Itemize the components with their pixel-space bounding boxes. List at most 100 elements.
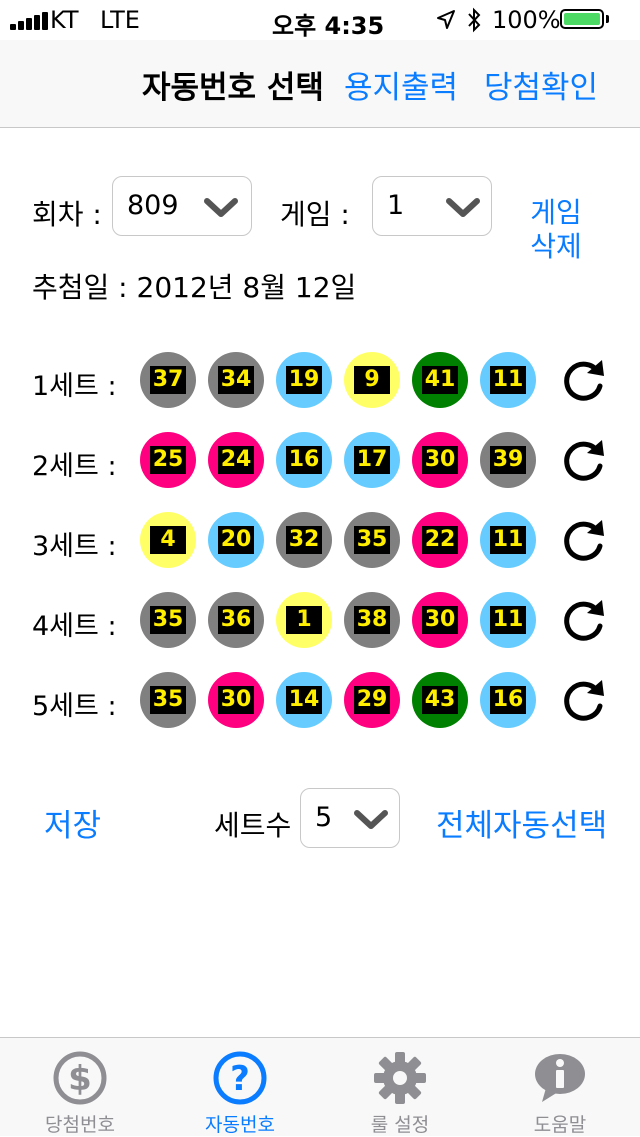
page-title: 자동번호 선택 — [142, 70, 324, 106]
lotto-ball: 30 — [412, 432, 468, 488]
lotto-ball: 35 — [140, 592, 196, 648]
ball-number: 38 — [354, 606, 390, 634]
lotto-ball: 35 — [140, 672, 196, 728]
gear-icon — [374, 1052, 426, 1104]
lotto-ball: 14 — [276, 672, 332, 728]
chevron-down-icon — [446, 198, 480, 217]
lotto-ball: 11 — [480, 352, 536, 408]
svg-text:?: ? — [230, 1059, 250, 1099]
lotto-ball: 30 — [412, 592, 468, 648]
ball-number: 1 — [286, 606, 322, 634]
ball-number: 20 — [218, 526, 254, 554]
refresh-icon[interactable] — [560, 356, 608, 404]
ball-number: 37 — [150, 366, 186, 394]
tab-label: 당첨번호 — [45, 1114, 115, 1136]
carrier: KT — [50, 6, 79, 34]
ball-number: 14 — [286, 686, 322, 714]
ball-number: 11 — [490, 606, 526, 634]
lotto-ball: 16 — [480, 672, 536, 728]
tab-label: 도움말 — [533, 1114, 587, 1136]
round-select[interactable]: 809 — [112, 176, 252, 236]
tab-winning-numbers[interactable]: $ 당첨번호 — [0, 1038, 160, 1137]
tab-label: 자동번호 — [205, 1114, 275, 1136]
ball-number: 16 — [286, 446, 322, 474]
lotto-ball: 4 — [140, 512, 196, 568]
delete-game-button[interactable]: 게임 삭제 — [526, 196, 586, 264]
set-count-label: 세트수 — [214, 809, 292, 842]
lotto-ball: 29 — [344, 672, 400, 728]
tab-rule-settings[interactable]: 룰 설정 — [320, 1038, 480, 1137]
ball-number: 11 — [490, 526, 526, 554]
chevron-down-icon — [204, 198, 238, 217]
lotto-ball: 17 — [344, 432, 400, 488]
draw-date: 추첨일 : 2012년 8월 12일 — [32, 271, 357, 304]
lotto-ball: 1 — [276, 592, 332, 648]
network-type: LTE — [100, 6, 140, 34]
lotto-ball: 41 — [412, 352, 468, 408]
set-label: 1세트 : — [32, 371, 117, 402]
save-button[interactable]: 저장 — [44, 800, 101, 845]
bluetooth-icon — [468, 7, 481, 33]
check-winning-button[interactable]: 당첨확인 — [484, 62, 598, 107]
lotto-ball: 20 — [208, 512, 264, 568]
ball-number: 19 — [286, 366, 322, 394]
lotto-ball: 24 — [208, 432, 264, 488]
ball-number: 4 — [150, 526, 186, 554]
round-value: 809 — [127, 190, 179, 221]
ball-number: 22 — [422, 526, 458, 554]
lotto-ball: 43 — [412, 672, 468, 728]
game-select[interactable]: 1 — [372, 176, 492, 236]
lotto-ball: 22 — [412, 512, 468, 568]
battery-tip — [606, 15, 609, 23]
status-time: 오후 4:35 — [272, 12, 385, 40]
print-sheet-button[interactable]: 용지출력 — [344, 62, 458, 107]
svg-text:$: $ — [68, 1059, 92, 1099]
refresh-icon[interactable] — [560, 676, 608, 724]
delete-game-line1: 게임 — [530, 196, 582, 229]
auto-select-all-button[interactable]: 전체자동선택 — [436, 800, 607, 845]
signal-icon — [10, 12, 50, 30]
lotto-ball: 11 — [480, 512, 536, 568]
status-bar: KT LTE 오후 4:35 100% — [0, 0, 640, 40]
ball-number: 41 — [422, 366, 458, 394]
ball-number: 17 — [354, 446, 390, 474]
battery-percent: 100% — [492, 6, 561, 34]
ball-number: 16 — [490, 686, 526, 714]
chevron-down-icon — [354, 810, 388, 829]
refresh-icon[interactable] — [560, 516, 608, 564]
tab-help[interactable]: 도움말 — [480, 1038, 640, 1137]
delete-game-line2: 삭제 — [530, 230, 582, 263]
battery-icon — [560, 9, 604, 29]
lotto-ball: 39 — [480, 432, 536, 488]
lotto-ball: 19 — [276, 352, 332, 408]
set-label: 3세트 : — [32, 531, 117, 562]
ball-number: 30 — [218, 686, 254, 714]
lotto-ball: 38 — [344, 592, 400, 648]
lotto-ball: 25 — [140, 432, 196, 488]
ball-number: 34 — [218, 366, 254, 394]
set-label: 4세트 : — [32, 611, 117, 642]
set-count-value: 5 — [315, 802, 333, 833]
refresh-icon[interactable] — [560, 436, 608, 484]
lotto-ball: 36 — [208, 592, 264, 648]
lotto-ball: 16 — [276, 432, 332, 488]
ball-number: 39 — [490, 446, 526, 474]
ball-number: 30 — [422, 606, 458, 634]
round-label: 회차 : — [32, 198, 102, 231]
ball-number: 35 — [150, 606, 186, 634]
navigation-bar: 자동번호 선택 용지출력 당첨확인 — [0, 40, 640, 128]
ball-number: 32 — [286, 526, 322, 554]
lotto-ball: 9 — [344, 352, 400, 408]
lotto-ball: 32 — [276, 512, 332, 568]
set-count-select[interactable]: 5 — [300, 788, 400, 848]
refresh-icon[interactable] — [560, 596, 608, 644]
info-icon — [535, 1054, 585, 1102]
ball-number: 43 — [422, 686, 458, 714]
ball-number: 35 — [354, 526, 390, 554]
lotto-ball: 30 — [208, 672, 264, 728]
ball-number: 25 — [150, 446, 186, 474]
tab-auto-numbers[interactable]: ? 자동번호 — [160, 1038, 320, 1137]
question-icon: ? — [213, 1051, 267, 1105]
location-icon — [437, 10, 455, 29]
lotto-ball: 11 — [480, 592, 536, 648]
